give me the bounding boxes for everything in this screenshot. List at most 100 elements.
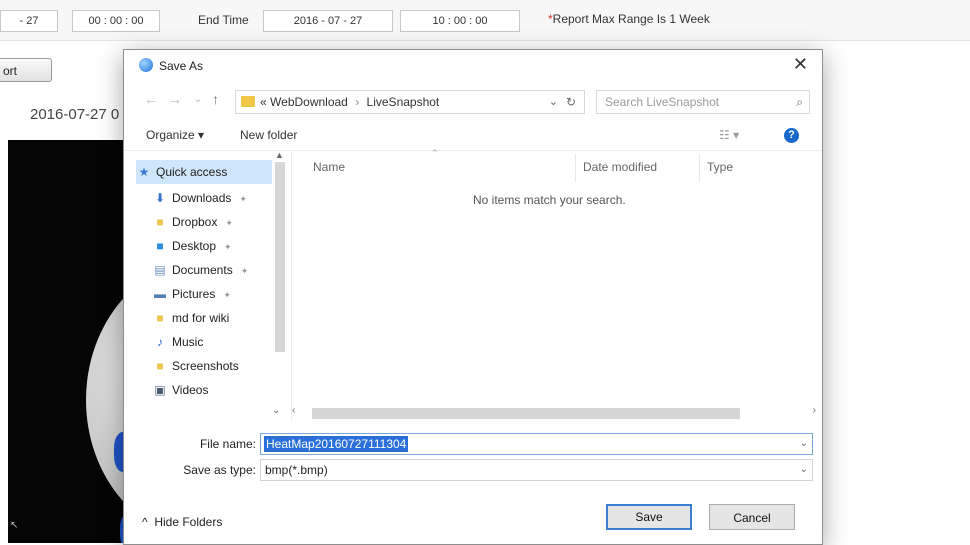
help-icon[interactable]: ? — [784, 128, 799, 143]
sidebar-item-label: Desktop — [172, 239, 217, 253]
save-type-label: Save as type: — [183, 463, 256, 477]
chevron-down-icon[interactable]: ⌄ — [800, 460, 808, 480]
chevron-down-icon[interactable]: ⌄ — [549, 91, 558, 113]
column-divider — [575, 154, 576, 182]
new-folder-button[interactable]: New folder — [240, 128, 297, 142]
scroll-left-icon[interactable]: ‹ — [292, 405, 295, 416]
sidebar-item-label: Dropbox — [172, 215, 218, 229]
organize-menu[interactable]: Organize ▾ — [146, 128, 204, 142]
save-as-dialog: Save As ✕ ← → ⌄ ↑ « WebDownload › LiveSn… — [123, 49, 823, 545]
star-icon: ★ — [138, 165, 150, 179]
breadcrumb-overflow[interactable]: « — [260, 95, 267, 109]
sidebar-item-music[interactable]: ♪ Music — [152, 330, 203, 354]
download-icon: ⬇ — [154, 191, 166, 205]
pin-icon: ✦ — [224, 242, 232, 252]
cursor-icon: ↖ — [10, 520, 19, 531]
sidebar-item-quick-access[interactable]: ★ Quick access — [136, 160, 272, 184]
scroll-up-icon[interactable]: ▲ — [275, 150, 284, 160]
range-note-text: Report Max Range Is 1 Week — [552, 12, 710, 26]
pin-icon: ✦ — [240, 266, 249, 276]
close-icon[interactable]: ✕ — [793, 54, 808, 75]
column-date-modified[interactable]: Date modified — [583, 160, 657, 174]
address-bar[interactable]: « WebDownload › LiveSnapshot ⌄ ↻ — [235, 90, 585, 114]
pin-icon: ✦ — [239, 194, 247, 204]
folder-icon — [241, 96, 255, 107]
cancel-button[interactable]: Cancel — [709, 504, 795, 530]
hide-folders-label: Hide Folders — [154, 515, 223, 529]
report-toolbar: - 27 00 : 00 : 00 End Time 2016 - 07 - 2… — [0, 0, 970, 41]
breadcrumb-separator: › — [355, 95, 360, 109]
search-icon: ⌕ — [796, 95, 803, 109]
sidebar-item-videos[interactable]: ▣ Videos — [152, 378, 208, 402]
navigation-pane: ★ Quick access ⬇ Downloads ✦ ■ Dropbox ✦ ■ Des… — [124, 150, 292, 420]
folder-icon: ■ — [156, 359, 164, 373]
scroll-thumb[interactable] — [312, 408, 740, 419]
nav-scrollbar[interactable]: ▲ — [274, 150, 286, 410]
up-arrow-icon[interactable]: ↑ — [212, 91, 219, 107]
sidebar-item-label: Downloads — [172, 191, 232, 205]
scroll-right-icon[interactable]: › — [813, 405, 816, 416]
folder-icon: ■ — [156, 311, 164, 325]
file-name-input[interactable]: HeatMap20160727111304 ⌄ — [260, 433, 813, 455]
heatmap-view — [8, 140, 133, 543]
end-time-field[interactable]: 10 : 00 : 00 — [400, 10, 520, 32]
sidebar-item-label: Videos — [172, 383, 209, 397]
view-options-icon[interactable]: ☷ ▾ — [719, 128, 739, 142]
breadcrumb-livesnapshot[interactable]: LiveSnapshot — [367, 95, 440, 109]
sidebar-item-downloads[interactable]: ⬇ Downloads ✦ — [152, 186, 247, 210]
dialog-title: Save As — [159, 59, 204, 73]
sort-caret-icon: ⌃ — [431, 148, 439, 158]
dialog-titlebar: Save As ✕ — [124, 50, 822, 84]
empty-message: No items match your search. — [473, 193, 626, 207]
command-bar: Organize ▾ New folder ☷ ▾ ? — [124, 120, 822, 151]
recent-chevron-icon[interactable]: ⌄ — [194, 94, 202, 105]
end-date-field[interactable]: 2016 - 07 - 27 — [263, 10, 393, 32]
file-name-row: File name: HeatMap20160727111304 ⌄ — [124, 433, 822, 457]
navigation-bar: ← → ⌄ ↑ « WebDownload › LiveSnapshot ⌄ ↻… — [124, 88, 822, 114]
pin-icon: ✦ — [225, 218, 233, 228]
picture-icon: ▬ — [154, 287, 166, 301]
breadcrumb-webdownload[interactable]: WebDownload — [270, 95, 348, 109]
sidebar-item-label: md for wiki — [172, 311, 230, 325]
column-name[interactable]: Name — [313, 160, 345, 174]
end-time-label: End Time — [198, 13, 249, 27]
back-arrow-icon[interactable]: ← — [144, 91, 158, 107]
refresh-icon[interactable]: ↻ — [566, 91, 576, 113]
music-icon: ♪ — [157, 335, 163, 349]
sidebar-item-label: Quick access — [156, 165, 228, 179]
sidebar-item-md-for-wiki[interactable]: ■ md for wiki — [152, 306, 229, 330]
folder-icon: ■ — [156, 215, 164, 229]
sidebar-item-label: Documents — [172, 263, 233, 277]
start-time-field[interactable]: 00 : 00 : 00 — [72, 10, 160, 32]
scroll-down-icon[interactable]: ⌄ — [272, 405, 280, 416]
sidebar-item-dropbox[interactable]: ■ Dropbox ✦ — [152, 210, 233, 234]
hide-folders-button[interactable]: ^ Hide Folders — [142, 515, 222, 529]
desktop-icon: ■ — [156, 239, 164, 253]
sidebar-item-label: Pictures — [172, 287, 216, 301]
sidebar-item-documents[interactable]: ▤ Documents ✦ — [152, 258, 248, 282]
save-button[interactable]: Save — [606, 504, 692, 530]
range-note: *Report Max Range Is 1 Week — [548, 12, 710, 26]
column-divider — [699, 154, 700, 182]
file-list: ⌃ Name Date modified Type No items match… — [291, 148, 821, 404]
chevron-up-icon: ^ — [142, 515, 148, 529]
forward-arrow-icon[interactable]: → — [168, 91, 182, 107]
file-name-label: File name: — [199, 437, 256, 451]
start-date-field[interactable]: - 27 — [0, 10, 58, 32]
sidebar-item-screenshots[interactable]: ■ Screenshots — [152, 354, 238, 378]
sidebar-item-pictures[interactable]: ▬ Pictures ✦ — [152, 282, 231, 306]
save-type-row: Save as type: bmp(*.bmp) ⌄ — [124, 459, 822, 483]
save-type-select[interactable]: bmp(*.bmp) ⌄ — [260, 459, 813, 481]
sidebar-item-desktop[interactable]: ■ Desktop ✦ — [152, 234, 232, 258]
export-button[interactable]: ort — [0, 58, 52, 82]
pin-icon: ✦ — [223, 290, 231, 300]
breadcrumb: « WebDownload › LiveSnapshot — [260, 91, 439, 113]
column-type[interactable]: Type — [707, 160, 733, 174]
file-name-value: HeatMap20160727111304 — [264, 436, 409, 452]
chevron-down-icon[interactable]: ⌄ — [800, 434, 808, 454]
scroll-thumb[interactable] — [275, 162, 285, 352]
save-type-value: bmp(*.bmp) — [265, 463, 328, 477]
video-icon: ▣ — [154, 383, 166, 397]
search-input[interactable]: Search LiveSnapshot ⌕ — [596, 90, 810, 114]
horizontal-scrollbar[interactable]: ⌄ ‹ › — [272, 405, 816, 421]
